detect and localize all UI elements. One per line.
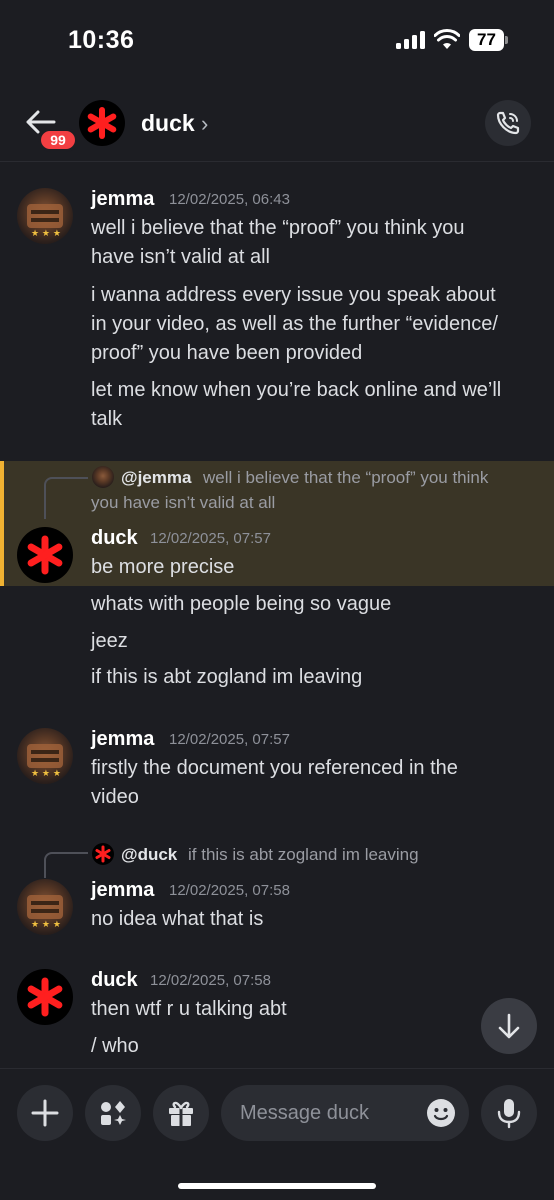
message-author[interactable]: jemma bbox=[91, 728, 154, 751]
message-text: proof” you have been provided bbox=[91, 342, 363, 364]
avatar-image: ★ ★ ★ bbox=[27, 744, 63, 779]
channel-name[interactable]: duck bbox=[141, 110, 195, 137]
status-bar: 10:36 77 bbox=[0, 0, 554, 80]
message-author[interactable]: duck bbox=[91, 969, 138, 992]
channel-header: 99 duck › bbox=[0, 90, 554, 162]
message-author[interactable]: duck bbox=[91, 527, 138, 550]
message-text: video bbox=[91, 786, 139, 808]
message-author[interactable]: jemma bbox=[91, 188, 154, 211]
chevron-right-icon[interactable]: › bbox=[201, 111, 208, 137]
battery-level: 77 bbox=[469, 29, 504, 51]
call-button[interactable] bbox=[485, 100, 531, 146]
message-author[interactable]: jemma bbox=[91, 879, 154, 902]
battery-icon: 77 bbox=[469, 29, 509, 51]
message-text: talk bbox=[91, 408, 123, 430]
signal-icon bbox=[396, 31, 426, 49]
asterisk-icon bbox=[87, 107, 117, 139]
message-timestamp: 12/02/2025, 07:57 bbox=[150, 530, 271, 547]
reply-mention[interactable]: @jemma bbox=[121, 468, 191, 488]
phone-icon bbox=[496, 111, 520, 135]
avatar[interactable] bbox=[79, 100, 125, 146]
message-text: well i believe that the “proof” you thin… bbox=[91, 217, 465, 239]
message-text: then wtf r u talking abt bbox=[91, 998, 287, 1020]
reply-preview[interactable]: if this is abt zogland im leaving bbox=[188, 842, 419, 867]
voice-message-button[interactable] bbox=[481, 1085, 537, 1141]
message-timestamp: 12/02/2025, 07:57 bbox=[169, 731, 290, 748]
gift-icon bbox=[169, 1101, 193, 1126]
status-time: 10:36 bbox=[68, 26, 135, 54]
gift-button[interactable] bbox=[153, 1085, 209, 1141]
scroll-to-bottom-button[interactable] bbox=[481, 998, 537, 1054]
message-input[interactable]: Message duck bbox=[221, 1085, 469, 1141]
unread-badge: 99 bbox=[38, 128, 78, 152]
apps-button[interactable] bbox=[85, 1085, 141, 1141]
avatar[interactable]: ★ ★ ★ bbox=[17, 728, 73, 784]
avatar[interactable] bbox=[17, 527, 73, 583]
message-text: firstly the document you referenced in t… bbox=[91, 757, 458, 779]
avatar[interactable] bbox=[17, 969, 73, 1025]
microphone-icon bbox=[497, 1099, 521, 1129]
message-text: no idea what that is bbox=[91, 908, 264, 930]
message-text: have isn’t valid at all bbox=[91, 246, 270, 268]
apps-icon bbox=[101, 1101, 126, 1125]
message-timestamp: 12/02/2025, 06:43 bbox=[169, 191, 290, 208]
message-text: jeez bbox=[91, 630, 128, 652]
message-text: whats with people being so vague bbox=[91, 593, 392, 615]
message-input-placeholder: Message duck bbox=[240, 1102, 369, 1124]
message-text: be more precise bbox=[91, 556, 235, 578]
reply-preview[interactable]: you have isn’t valid at all bbox=[91, 490, 275, 515]
plus-icon bbox=[31, 1099, 59, 1127]
emoji-icon[interactable] bbox=[426, 1098, 456, 1128]
avatar-image: ★ ★ ★ bbox=[27, 895, 63, 930]
avatar[interactable]: ★ ★ ★ bbox=[17, 879, 73, 935]
message-text: let me know when you’re back online and … bbox=[91, 379, 502, 401]
message-text: if this is abt zogland im leaving bbox=[91, 666, 363, 688]
reply-connector bbox=[44, 477, 88, 519]
arrow-down-icon bbox=[498, 1013, 520, 1039]
message-text: / who bbox=[91, 1035, 139, 1057]
message-timestamp: 12/02/2025, 07:58 bbox=[169, 882, 290, 899]
asterisk-icon bbox=[27, 977, 63, 1017]
avatar[interactable]: ★ ★ ★ bbox=[17, 188, 73, 244]
reply-avatar bbox=[92, 466, 114, 488]
reply-mention[interactable]: @duck bbox=[121, 845, 177, 865]
reply-preview[interactable]: well i believe that the “proof” you thin… bbox=[203, 465, 488, 490]
avatar-image: ★ ★ ★ bbox=[27, 204, 63, 239]
home-indicator bbox=[178, 1183, 376, 1189]
svg-text:★ ★ ★: ★ ★ ★ bbox=[31, 229, 61, 239]
reply-connector bbox=[44, 852, 88, 878]
svg-text:★ ★ ★: ★ ★ ★ bbox=[31, 769, 61, 779]
message-text: i wanna address every issue you speak ab… bbox=[91, 284, 496, 306]
asterisk-icon bbox=[27, 535, 63, 575]
reply-avatar bbox=[92, 843, 114, 865]
wifi-icon bbox=[434, 29, 460, 49]
svg-text:★ ★ ★: ★ ★ ★ bbox=[31, 920, 61, 930]
add-attachment-button[interactable] bbox=[17, 1085, 73, 1141]
message-text: in your video, as well as the further “e… bbox=[91, 313, 498, 335]
message-timestamp: 12/02/2025, 07:58 bbox=[150, 972, 271, 989]
message-composer: Message duck bbox=[0, 1068, 554, 1200]
